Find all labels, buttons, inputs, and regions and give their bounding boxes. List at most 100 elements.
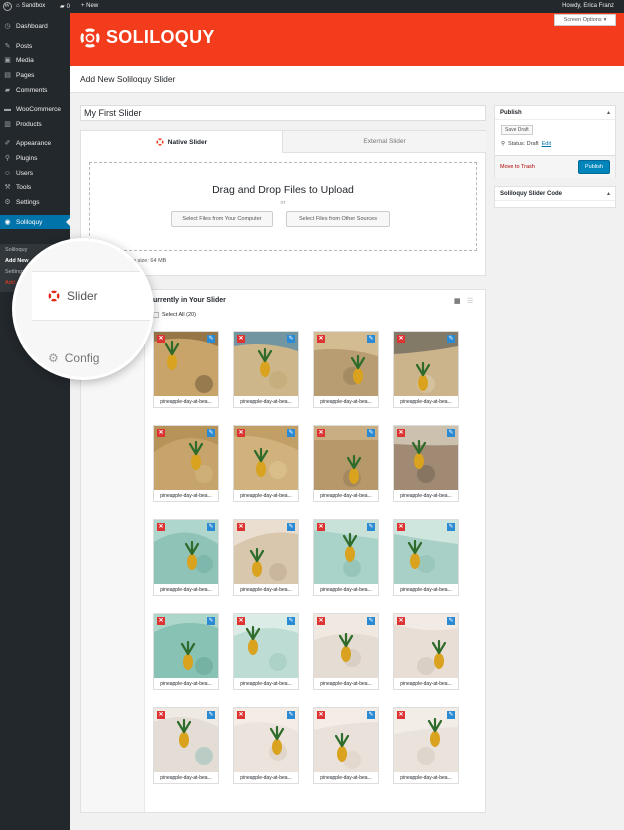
move-to-trash-link[interactable]: Move to Trash xyxy=(500,164,535,170)
comments-link[interactable]: ▰ 0 xyxy=(60,3,70,11)
list-view-icon[interactable]: ☰ xyxy=(467,297,473,305)
remove-image-icon[interactable]: ✕ xyxy=(317,711,325,719)
sidebar-item-woocommerce[interactable]: ▬ WooCommerce xyxy=(0,102,70,116)
image-tile[interactable]: ✕ ✎ pineapple-day-at-bea... xyxy=(153,425,219,502)
remove-image-icon[interactable]: ✕ xyxy=(317,335,325,343)
image-tile[interactable]: ✕ ✎ pineapple-day-at-bea... xyxy=(393,331,459,408)
remove-image-icon[interactable]: ✕ xyxy=(157,711,165,719)
sidebar-item-plugins[interactable]: ⚲ Plugins xyxy=(0,151,70,165)
remove-image-icon[interactable]: ✕ xyxy=(397,711,405,719)
remove-image-icon[interactable]: ✕ xyxy=(397,617,405,625)
sidebar-item-pages[interactable]: ▤ Pages xyxy=(0,68,70,82)
edit-image-icon[interactable]: ✎ xyxy=(287,429,295,437)
edit-image-icon[interactable]: ✎ xyxy=(287,617,295,625)
image-tile[interactable]: ✕ ✎ pineapple-day-at-bea... xyxy=(153,707,219,784)
new-content-link[interactable]: + New xyxy=(81,3,98,9)
edit-image-icon[interactable]: ✎ xyxy=(287,335,295,343)
publish-button[interactable]: Publish xyxy=(578,160,610,174)
remove-image-icon[interactable]: ✕ xyxy=(237,617,245,625)
tab-config[interactable]: ⚙ Config xyxy=(48,351,99,365)
edit-image-icon[interactable]: ✎ xyxy=(287,711,295,719)
upload-dropzone[interactable]: Drag and Drop Files to Upload or Select … xyxy=(89,162,477,251)
sidebar-item-comments[interactable]: ▰ Comments xyxy=(0,83,70,97)
edit-image-icon[interactable]: ✎ xyxy=(287,523,295,531)
image-tile[interactable]: ✕ ✎ pineapple-day-at-bea... xyxy=(233,425,299,502)
remove-image-icon[interactable]: ✕ xyxy=(317,429,325,437)
image-tile[interactable]: ✕ ✎ pineapple-day-at-bea... xyxy=(233,707,299,784)
edit-image-icon[interactable]: ✎ xyxy=(447,335,455,343)
remove-image-icon[interactable]: ✕ xyxy=(237,429,245,437)
image-tile[interactable]: ✕ ✎ pineapple-day-at-bea... xyxy=(313,331,379,408)
edit-image-icon[interactable]: ✎ xyxy=(207,523,215,531)
collapse-caret-icon[interactable]: ▴ xyxy=(607,187,610,201)
image-tile[interactable]: ✕ ✎ pineapple-day-at-bea... xyxy=(313,425,379,502)
site-name-link[interactable]: ⌂ Sandbox xyxy=(16,3,45,9)
status-edit-link[interactable]: Edit xyxy=(542,141,551,147)
edit-image-icon[interactable]: ✎ xyxy=(367,523,375,531)
remove-image-icon[interactable]: ✕ xyxy=(157,617,165,625)
edit-image-icon[interactable]: ✎ xyxy=(447,711,455,719)
image-tile[interactable]: ✕ ✎ pineapple-day-at-bea... xyxy=(233,613,299,690)
remove-image-icon[interactable]: ✕ xyxy=(397,335,405,343)
plugin-icon: ⚲ xyxy=(4,155,11,162)
remove-image-icon[interactable]: ✕ xyxy=(317,523,325,531)
image-tile[interactable]: ✕ ✎ pineapple-day-at-bea... xyxy=(393,425,459,502)
tab-external-slider[interactable]: External Slider xyxy=(282,131,486,153)
sidebar-item-appearance[interactable]: ✐ Appearance xyxy=(0,136,70,150)
submenu-item-add[interactable]: Add xyxy=(5,280,15,286)
image-tile[interactable]: ✕ ✎ pineapple-day-at-bea... xyxy=(393,519,459,596)
remove-image-icon[interactable]: ✕ xyxy=(157,429,165,437)
select-all-checkbox[interactable]: Select All (20) xyxy=(153,312,196,318)
image-tile[interactable]: ✕ ✎ pineapple-day-at-bea... xyxy=(153,331,219,408)
collapse-caret-icon[interactable]: ▴ xyxy=(607,106,610,120)
edit-image-icon[interactable]: ✎ xyxy=(207,335,215,343)
sidebar-item-soliloquy[interactable]: ◉ Soliloquy xyxy=(0,215,70,229)
remove-image-icon[interactable]: ✕ xyxy=(397,523,405,531)
image-tile[interactable]: ✕ ✎ pineapple-day-at-bea... xyxy=(233,519,299,596)
remove-image-icon[interactable]: ✕ xyxy=(157,335,165,343)
sidebar-item-settings[interactable]: ⚙ Settings xyxy=(0,195,70,209)
save-draft-button[interactable]: Save Draft xyxy=(501,125,533,135)
wordpress-logo-icon[interactable]: W xyxy=(3,2,12,11)
edit-image-icon[interactable]: ✎ xyxy=(207,617,215,625)
edit-image-icon[interactable]: ✎ xyxy=(367,711,375,719)
image-tile[interactable]: ✕ ✎ pineapple-day-at-bea... xyxy=(393,707,459,784)
image-tile[interactable]: ✕ ✎ pineapple-day-at-bea... xyxy=(393,613,459,690)
remove-image-icon[interactable]: ✕ xyxy=(397,429,405,437)
select-files-computer-button[interactable]: Select Files from Your Computer xyxy=(171,211,273,227)
select-files-other-button[interactable]: Select Files from Other Sources xyxy=(286,211,390,227)
sidebar-item-posts[interactable]: ✎ Posts xyxy=(0,39,70,53)
screen-options-button[interactable]: Screen Options ▾ xyxy=(554,14,616,26)
edit-image-icon[interactable]: ✎ xyxy=(447,523,455,531)
image-tile[interactable]: ✕ ✎ pineapple-day-at-bea... xyxy=(313,519,379,596)
sidebar-item-media[interactable]: ▣ Media xyxy=(0,53,70,67)
image-tile[interactable]: ✕ ✎ pineapple-day-at-bea... xyxy=(313,613,379,690)
remove-image-icon[interactable]: ✕ xyxy=(317,617,325,625)
submenu-item-add-new[interactable]: Add New xyxy=(5,258,29,264)
image-tile[interactable]: ✕ ✎ pineapple-day-at-bea... xyxy=(153,613,219,690)
submenu-item-soliloquy[interactable]: Soliloquy xyxy=(5,247,27,253)
tab-native-slider[interactable]: Native Slider xyxy=(81,131,282,153)
edit-image-icon[interactable]: ✎ xyxy=(447,617,455,625)
sidebar-item-users[interactable]: ☺ Users xyxy=(0,166,70,180)
edit-image-icon[interactable]: ✎ xyxy=(447,429,455,437)
edit-image-icon[interactable]: ✎ xyxy=(367,617,375,625)
my-account-link[interactable]: Howdy, Erica Franz xyxy=(562,3,614,9)
edit-image-icon[interactable]: ✎ xyxy=(367,335,375,343)
remove-image-icon[interactable]: ✕ xyxy=(237,335,245,343)
image-tile[interactable]: ✕ ✎ pineapple-day-at-bea... xyxy=(153,519,219,596)
remove-image-icon[interactable]: ✕ xyxy=(157,523,165,531)
image-tile[interactable]: ✕ ✎ pineapple-day-at-bea... xyxy=(313,707,379,784)
remove-image-icon[interactable]: ✕ xyxy=(237,711,245,719)
sidebar-item-dashboard[interactable]: ◷ Dashboard xyxy=(0,19,70,33)
slider-title-input[interactable] xyxy=(80,105,486,121)
sidebar-item-tools[interactable]: ⚒ Tools xyxy=(0,180,70,194)
remove-image-icon[interactable]: ✕ xyxy=(237,523,245,531)
edit-image-icon[interactable]: ✎ xyxy=(207,711,215,719)
image-tile[interactable]: ✕ ✎ pineapple-day-at-bea... xyxy=(233,331,299,408)
tab-slider[interactable]: Slider xyxy=(32,271,151,321)
edit-image-icon[interactable]: ✎ xyxy=(207,429,215,437)
grid-view-icon[interactable]: ▦ xyxy=(454,297,461,305)
sidebar-item-products[interactable]: ▥ Products xyxy=(0,117,70,131)
edit-image-icon[interactable]: ✎ xyxy=(367,429,375,437)
